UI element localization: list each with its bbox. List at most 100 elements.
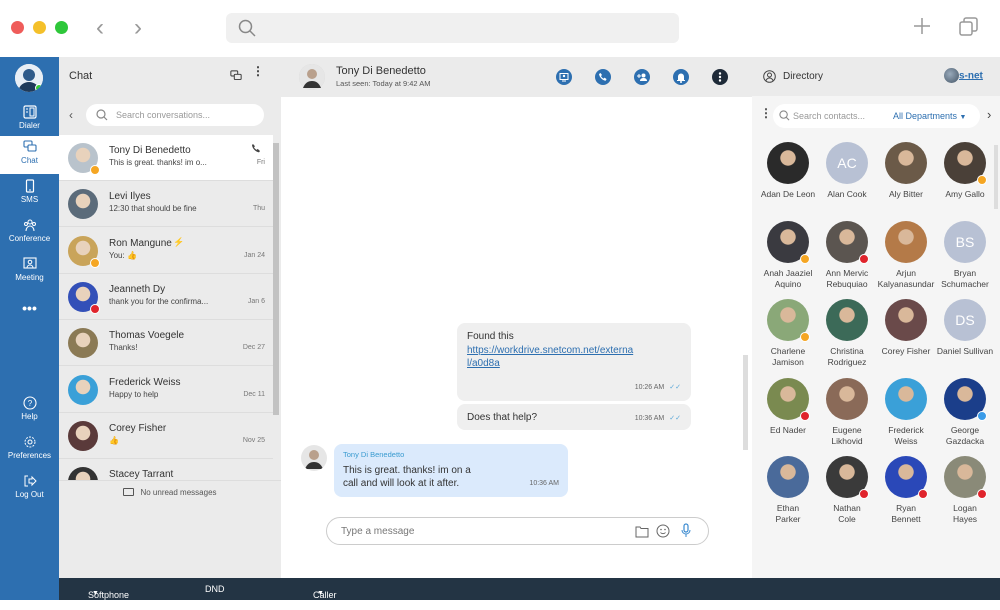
call-icon[interactable] [251,143,261,153]
away-status-badge [90,165,100,175]
contact-card[interactable]: Anah Jaaziel Aquino [758,220,818,290]
conversation-item[interactable]: Stacey Tarrant [59,459,273,480]
conversation-item[interactable]: Thomas Voegele Thanks! Dec 27 [59,320,273,367]
notifications-button[interactable] [673,69,689,85]
rail-item-dialer[interactable]: Dialer [0,101,59,139]
conversation-item[interactable]: Jeanneth Dy thank you for the confirma...… [59,274,273,320]
contact-card[interactable]: Corey Fisher [876,299,936,357]
conversation-item[interactable]: Levi Ilyes 12:30 that should be fine Thu [59,181,273,228]
collapse-icon[interactable]: ‹ [69,108,73,122]
dnd-toggle[interactable]: DND [205,584,225,594]
contact-search-input[interactable]: Search contacts... All Departments ▼ [773,104,980,128]
rail-item-chat[interactable]: Chat [0,136,59,174]
more-icon[interactable]: ••• [0,300,59,338]
contact-card[interactable]: BS Bryan Schumacher [935,220,995,290]
back-icon[interactable]: ‹ [96,16,104,40]
expand-icon[interactable]: › [987,107,991,122]
microphone-icon[interactable] [680,523,692,539]
rail-item-help[interactable]: ? Help [0,392,59,430]
read-receipt-icon: ✓✓ [669,415,681,422]
user-avatar[interactable] [15,64,43,92]
message-link[interactable]: https://workdrive.snetcom.net/externa l/a… [467,344,633,370]
contact-card[interactable]: DS Daniel Sullivan [935,299,995,357]
contact-name-line1: Logan [953,503,977,513]
contact-card[interactable]: Arjun Kalyanasundar [876,220,936,290]
emoji-icon[interactable] [656,524,670,538]
contact-card[interactable]: Frederick Weiss [876,377,936,447]
close-window-button[interactable] [11,21,24,34]
contacts-icon [763,70,776,83]
contact-card[interactable]: Adan De Leon [758,142,818,200]
new-chat-icon[interactable] [230,70,242,82]
directory-header: Directory s-net [752,57,1000,96]
windows-icon[interactable] [958,16,980,38]
message-text: Does that help? [467,412,538,423]
text-line: call and will look at it after. [343,478,460,489]
directory-scrollbar[interactable] [994,145,998,209]
conversation-item[interactable]: Frederick Weiss Happy to help Dec 11 [59,367,273,413]
contact-card[interactable]: Charlene Jamison [758,299,818,368]
conversation-name: Frederick Weiss [109,376,181,388]
rail-item-meeting[interactable]: Meeting [0,253,59,291]
directory-menu-icon[interactable]: ⋮ [760,107,772,119]
conversation-preview: This is great. thanks! im o... [109,158,207,167]
contact-card[interactable]: Christina Rodriguez [817,299,877,368]
conversation-search-input[interactable]: Search conversations... [86,104,264,126]
contact-avatar [885,220,927,263]
conversation-item[interactable]: Corey Fisher 👍 Nov 25 [59,413,273,459]
forward-icon[interactable]: › [134,16,142,40]
contact-avatar[interactable] [299,64,325,90]
rail-item-sms[interactable]: SMS [0,175,59,213]
rail-item-preferences[interactable]: Preferences [0,431,59,469]
contact-avatar [885,377,927,420]
contact-card[interactable]: AC Alan Cook [817,142,877,200]
call-button[interactable] [595,69,611,85]
contact-avatar [885,299,927,341]
priority-flag-icon: ⚡ [173,236,185,247]
contact-card[interactable]: Amy Gallo [935,142,995,200]
contact-avatar [767,220,810,264]
conversation-item[interactable]: Tony Di Benedetto This is great. thanks! … [59,135,273,181]
more-options-button[interactable] [712,69,728,85]
conversation-item[interactable]: Ron Mangune ⚡ You: 👍 Jan 24 [59,228,273,274]
message-input[interactable]: Type a message [326,517,709,545]
department-dropdown[interactable]: All Departments ▼ [893,111,966,121]
contact-name-line2: Parker [775,514,801,524]
contact-card[interactable]: Logan Hayes [935,456,995,525]
chat-list-scrollbar[interactable] [273,143,279,415]
rail-item-conference[interactable]: Conference [0,214,59,252]
contact-avatar [826,456,869,499]
contact-card[interactable]: Ed Nader [758,377,818,436]
rail-item-logout[interactable]: Log Out [0,470,59,508]
message-bubble-outgoing: Found this https://workdrive.snetcom.net… [457,323,691,401]
caret-down-icon: ▼ [959,114,967,121]
screen-share-button[interactable] [556,69,572,85]
contact-card[interactable]: Aly Bitter [876,142,936,200]
minimize-window-button[interactable] [33,21,46,34]
contact-card[interactable]: Ann Mervic Rebuquiao [817,220,877,290]
contact-card[interactable]: Eugene Likhovid [817,377,877,447]
contact-card[interactable]: Ethan Parker [758,456,818,525]
contact-name-line2: Cole [838,514,856,524]
logo-text: s-net [959,70,983,82]
conversation-date: Thu [252,205,265,213]
new-tab-icon[interactable] [912,16,932,36]
contact-card[interactable]: Ryan Bennett [876,456,936,525]
address-bar[interactable] [226,13,679,43]
contact-avatar [885,456,928,499]
contact-card[interactable]: Nathan Cole [817,456,877,525]
attach-file-icon[interactable] [635,525,649,538]
contact-grid: Adan De Leon AC Alan Cook Aly Bitter Amy Gal… [752,142,1000,578]
conversation-header: Tony Di Benedetto Last seen: Today at 9:… [281,57,752,97]
maximize-window-button[interactable] [55,21,68,34]
contact-name-line1: Aly Bitter [888,189,923,199]
directory-title: Directory [783,71,824,82]
chat-list-menu-icon[interactable]: ⋮ [252,65,264,77]
contact-card[interactable]: George Gazdacka [935,377,995,447]
conversation-scrollbar[interactable] [743,355,748,450]
add-participant-button[interactable] [634,69,650,85]
conversation-date: Dec 11 [243,390,265,398]
contact-name-line1: Ryan [896,503,916,513]
contact-avatar [826,220,869,264]
contact-initials: BS [955,233,975,250]
